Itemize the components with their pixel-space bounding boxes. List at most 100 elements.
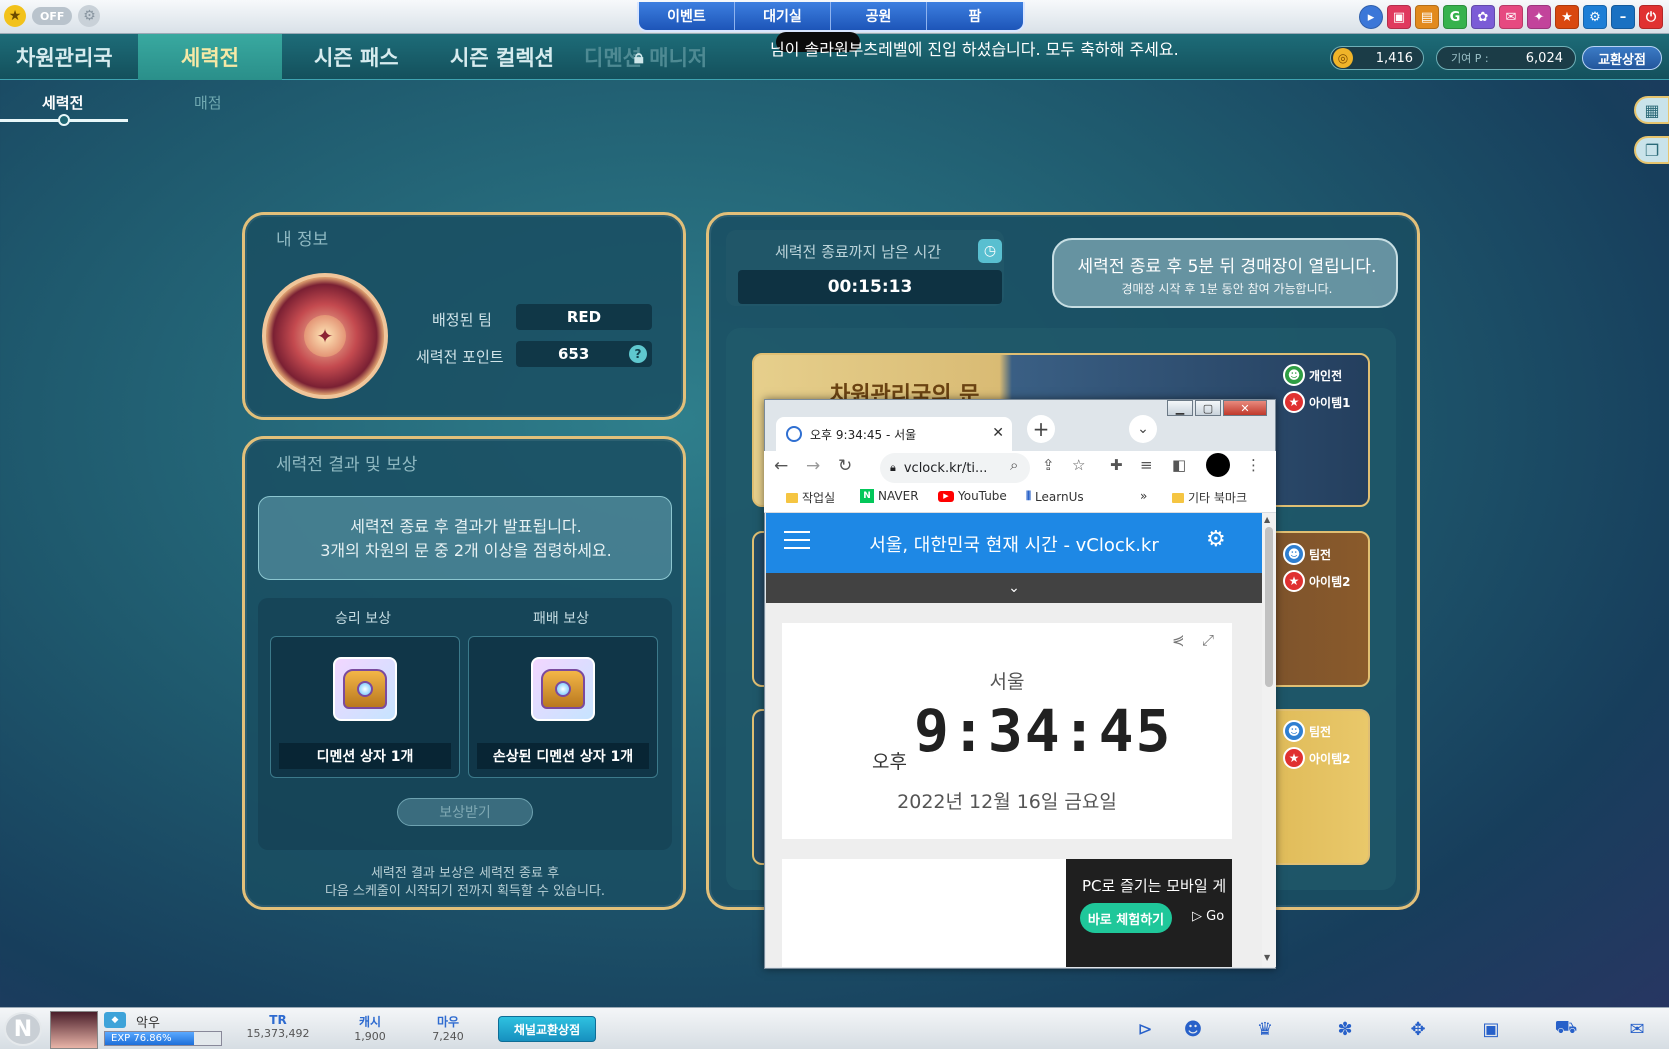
bookmark-star-icon[interactable]: ☆ [1072,456,1085,474]
bookmark-learnus[interactable]: ⫴ LearnUs [1026,489,1084,504]
channel-exchange-button[interactable]: 채널교환상점 [498,1016,596,1042]
help-icon[interactable]: ? [629,345,647,363]
subtab-store[interactable]: 매점 [194,92,222,113]
window-maximize-button[interactable]: ▢ [1195,400,1221,416]
page-scrollbar[interactable]: ▲ ▼ [1262,513,1276,967]
ad-banner[interactable]: PC로 즐기는 모바일 게 바로 체험하기 ▷ Go [1066,859,1232,967]
minimize-icon[interactable]: – [1611,5,1635,29]
share-icon[interactable]: ⇪ [1042,456,1055,474]
back-icon[interactable]: ← [774,456,788,476]
auction-sub-text: 경매장 시작 후 1분 동안 참여 가능합니다. [1121,282,1333,296]
guide-book-icon[interactable]: ❐ [1634,136,1669,164]
lose-reward-heading: 패배 보상 [533,611,589,627]
n-logo-icon[interactable]: N [4,1012,42,1046]
bottom-bar: N ◆ 악우 EXP 76.86% TR 15,373,492 캐시 1,900… [0,1007,1669,1049]
extensions-icon[interactable]: ✚ [1110,456,1123,474]
nav-season-pass[interactable]: 시즌 패스 [314,34,399,80]
claim-reward-button[interactable]: 보상받기 [397,798,533,826]
win-reward-card[interactable]: 디멘션 상자 1개 [270,636,460,778]
forward-icon[interactable]: → [806,456,820,476]
shop-icon[interactable]: ▣ [1387,5,1411,29]
results-footnote-1: 세력전 결과 보상은 세력전 종료 후 [370,866,560,881]
fullscreen-icon[interactable]: ⤢ [1202,631,1214,649]
window-minimize-button[interactable]: ▁ [1167,400,1193,416]
media-icon[interactable]: ≡ [1140,456,1153,474]
door-2-item-label: 아이템2 [1309,574,1351,589]
lock-icon: 🔒︎ [634,46,644,68]
announcement-ticker: 님이 솔라원부츠레벨에 진입 하셨습니다. 모두 축하해 주세요. [770,40,1179,59]
cart-icon[interactable]: ⛟ [1553,1017,1579,1041]
power-icon[interactable]: ⏻ [1639,5,1663,29]
bookmarks-overflow[interactable]: » [1140,489,1147,503]
play-icon[interactable]: ▸ [1359,5,1383,29]
tab-park[interactable]: 공원 [831,2,927,30]
expand-strip[interactable]: ⌄ [766,573,1262,603]
settings-icon[interactable]: ⚙ [78,5,101,27]
chevron-down-icon: ⌄ [1008,580,1020,596]
lose-reward-card[interactable]: 손상된 디멘션 상자 1개 [468,636,658,778]
avatar[interactable] [50,1011,98,1049]
trophy-icon[interactable]: ♛ [1252,1017,1278,1041]
inventory-icon[interactable]: ▣ [1478,1017,1504,1041]
new-tab-button[interactable]: + [1027,415,1055,443]
reload-icon[interactable]: ↻ [838,456,852,476]
bookmark-label: YouTube [958,489,1007,503]
side-panel-icon[interactable]: ◧ [1172,456,1186,474]
bookmark-workspace[interactable]: 작업실 [786,489,835,506]
g-icon[interactable]: G [1443,5,1467,29]
tab-search-icon[interactable]: ⌄ [1129,415,1157,443]
bookmark-youtube[interactable]: ▶ YouTube [938,489,1007,503]
best-icon[interactable]: ★ [1555,5,1579,29]
gear-badge-icon[interactable]: ✿ [1471,5,1495,29]
tab-event[interactable]: 이벤트 [639,2,735,30]
tab-farm[interactable]: 팜 [927,2,1023,30]
browser-tab-title: 오후 9:34:45 - 서울 [810,427,917,442]
ad-go-text: Go [1206,909,1225,924]
timer-label: 세력전 종료까지 남은 시간 [774,243,942,261]
share-icon[interactable]: ⋞ [1172,631,1185,649]
sparkle-icon[interactable]: ✦ [1527,5,1551,29]
zoom-icon[interactable]: ⌕ [1010,456,1018,474]
paw-icon[interactable]: ✽ [1332,1017,1358,1041]
profile-avatar[interactable] [1206,453,1230,477]
bookmark-other[interactable]: 기타 북마크 [1172,489,1247,506]
bookmark-naver[interactable]: N NAVER [860,489,919,503]
address-bar[interactable]: 🔒︎ vclock.kr/ti... [880,453,1030,483]
menu-dots-icon[interactable]: ⋮ [1246,456,1261,474]
exchange-shop-button[interactable]: 교환상점 [1582,46,1662,70]
calendar-icon[interactable]: ▦ [1634,96,1669,124]
book-icon[interactable]: ▤ [1415,5,1439,29]
auction-main-text: 세력전 종료 후 5분 뒤 경매장이 열립니다. [1077,257,1377,277]
youtube-icon: ▶ [938,490,954,502]
nav-dimension-office[interactable]: 차원관리국 [16,34,113,80]
bookmark-label: 기타 북마크 [1188,491,1248,505]
mail-icon[interactable]: ✉ [1499,5,1523,29]
play-circle-icon[interactable]: ⊳ [1132,1017,1158,1041]
chat-icon[interactable]: ✉ [1624,1017,1650,1041]
scroll-up-icon[interactable]: ▲ [1264,515,1270,524]
door-3-item-label: 아이템2 [1309,751,1351,766]
off-toggle[interactable]: OFF [32,7,73,25]
ad-try-button[interactable]: 바로 체험하기 [1080,903,1172,933]
player-name: 악우 [136,1016,160,1031]
settings-gear-icon[interactable]: ⚙ [1206,527,1226,552]
damaged-box-icon [531,657,595,721]
window-close-button[interactable]: ✕ [1223,400,1267,416]
scroll-thumb[interactable] [1265,527,1273,687]
handshake-icon[interactable]: ✥ [1405,1017,1431,1041]
win-reward-heading: 승리 보상 [335,611,391,627]
options-icon[interactable]: ⚙ [1583,5,1607,29]
scroll-down-icon[interactable]: ▼ [1264,953,1270,962]
tab-waiting-room[interactable]: 대기실 [735,2,831,30]
nav-season-collection[interactable]: 시즌 컬렉션 [450,34,554,80]
clock-ampm: 오후 [872,751,907,773]
browser-tab[interactable]: 오후 9:34:45 - 서울 ✕ [776,417,1012,451]
door-2-item: ★ 아이템2 [1283,570,1350,592]
door-3-mode: ☻ 팀전 [1283,720,1331,742]
subtab-faction-war[interactable]: 세력전 [42,92,83,113]
friends-icon[interactable]: ☻ [1180,1017,1206,1041]
door-1-mode: ☻ 개인전 [1283,364,1342,386]
star-icon[interactable]: ★ [4,5,26,27]
tab-close-icon[interactable]: ✕ [992,425,1004,441]
nav-faction-war[interactable]: 세력전 [138,34,282,80]
